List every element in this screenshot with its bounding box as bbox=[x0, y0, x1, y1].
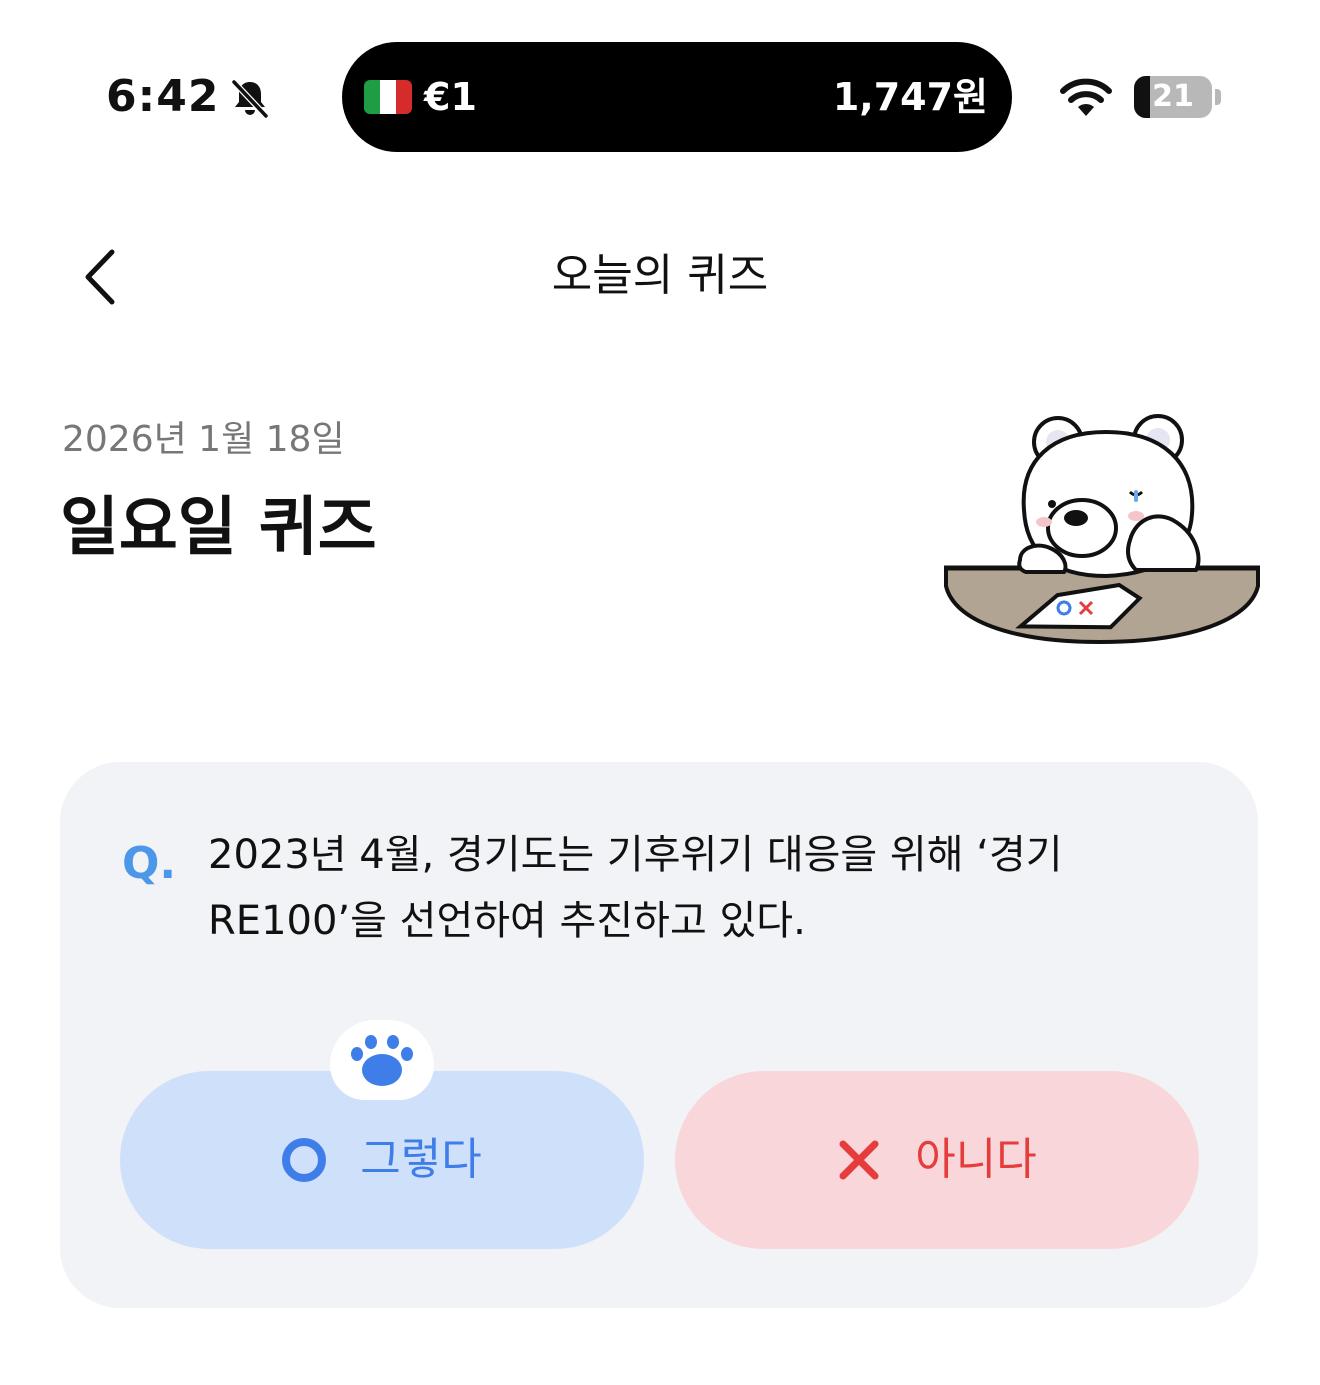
quiz-heading: 일요일 퀴즈 bbox=[60, 491, 377, 565]
italy-flag-icon bbox=[364, 80, 412, 114]
battery-level: 21 bbox=[1152, 79, 1194, 114]
circle-o-icon bbox=[282, 1138, 327, 1182]
quiz-date: 2026년 1월 18일 bbox=[62, 419, 345, 460]
converted-amount: 1,747원 bbox=[832, 75, 988, 119]
answer-no-label: 아니다 bbox=[915, 1134, 1037, 1185]
question-text: 2023년 4월, 경기도는 기후위기 대응을 위해 ‘경기 RE100’을 선… bbox=[208, 832, 1063, 944]
x-mark-icon bbox=[839, 1140, 879, 1180]
paw-icon bbox=[330, 1020, 434, 1100]
battery-icon: 21 bbox=[1134, 76, 1212, 118]
answer-yes-label: 그렇다 bbox=[360, 1134, 482, 1185]
answer-no-button[interactable]: 아니다 bbox=[675, 1071, 1199, 1249]
dynamic-island-currency[interactable]: €1 1,747원 bbox=[342, 42, 1012, 152]
currency-amount: €1 bbox=[424, 75, 477, 119]
question-marker: Q. bbox=[122, 838, 177, 889]
polar-bear-illustration bbox=[944, 414, 1260, 645]
wifi-icon bbox=[1060, 78, 1112, 116]
bell-muted-icon bbox=[231, 79, 269, 119]
status-time: 6:42 bbox=[106, 71, 220, 122]
battery-cap bbox=[1215, 89, 1221, 105]
page-title: 오늘의 퀴즈 bbox=[551, 250, 769, 301]
quiz-card: Q. 2023년 4월, 경기도는 기후위기 대응을 위해 ‘경기 RE100’… bbox=[60, 762, 1258, 1308]
